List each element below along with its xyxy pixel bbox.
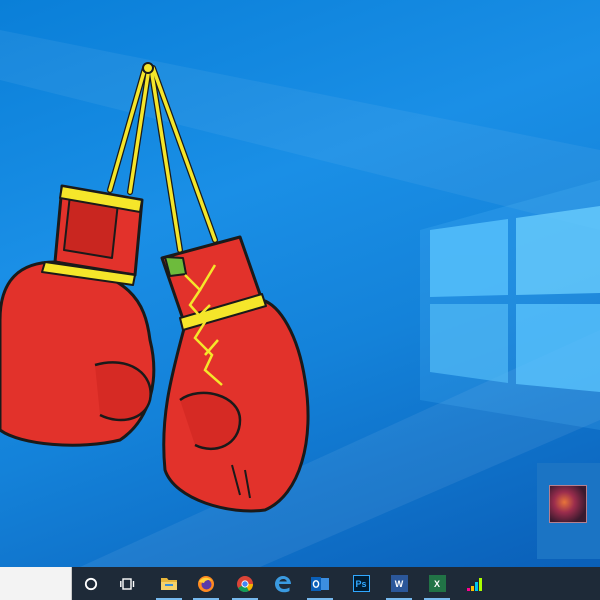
word-label: W <box>390 575 408 592</box>
file-explorer-icon[interactable] <box>152 567 186 600</box>
photo-thumbnail[interactable] <box>549 485 587 523</box>
photoshop-icon[interactable]: Ps <box>344 567 378 600</box>
outlook-icon[interactable] <box>303 567 337 600</box>
taskbar: Ps W X <box>0 567 600 600</box>
search-box[interactable] <box>0 567 72 600</box>
chrome-icon[interactable] <box>228 567 262 600</box>
firefox-icon[interactable] <box>189 567 223 600</box>
deezer-icon[interactable] <box>458 567 492 600</box>
excel-icon[interactable]: X <box>420 567 454 600</box>
excel-label: X <box>428 575 446 592</box>
cortana-icon[interactable] <box>74 567 108 600</box>
photoshop-label: Ps <box>352 575 370 592</box>
notification-panel[interactable] <box>537 463 600 559</box>
desktop <box>0 0 600 567</box>
task-view-icon[interactable] <box>111 567 145 600</box>
boxing-gloves-icon[interactable] <box>0 0 600 567</box>
edge-icon[interactable] <box>266 567 300 600</box>
word-icon[interactable]: W <box>382 567 416 600</box>
